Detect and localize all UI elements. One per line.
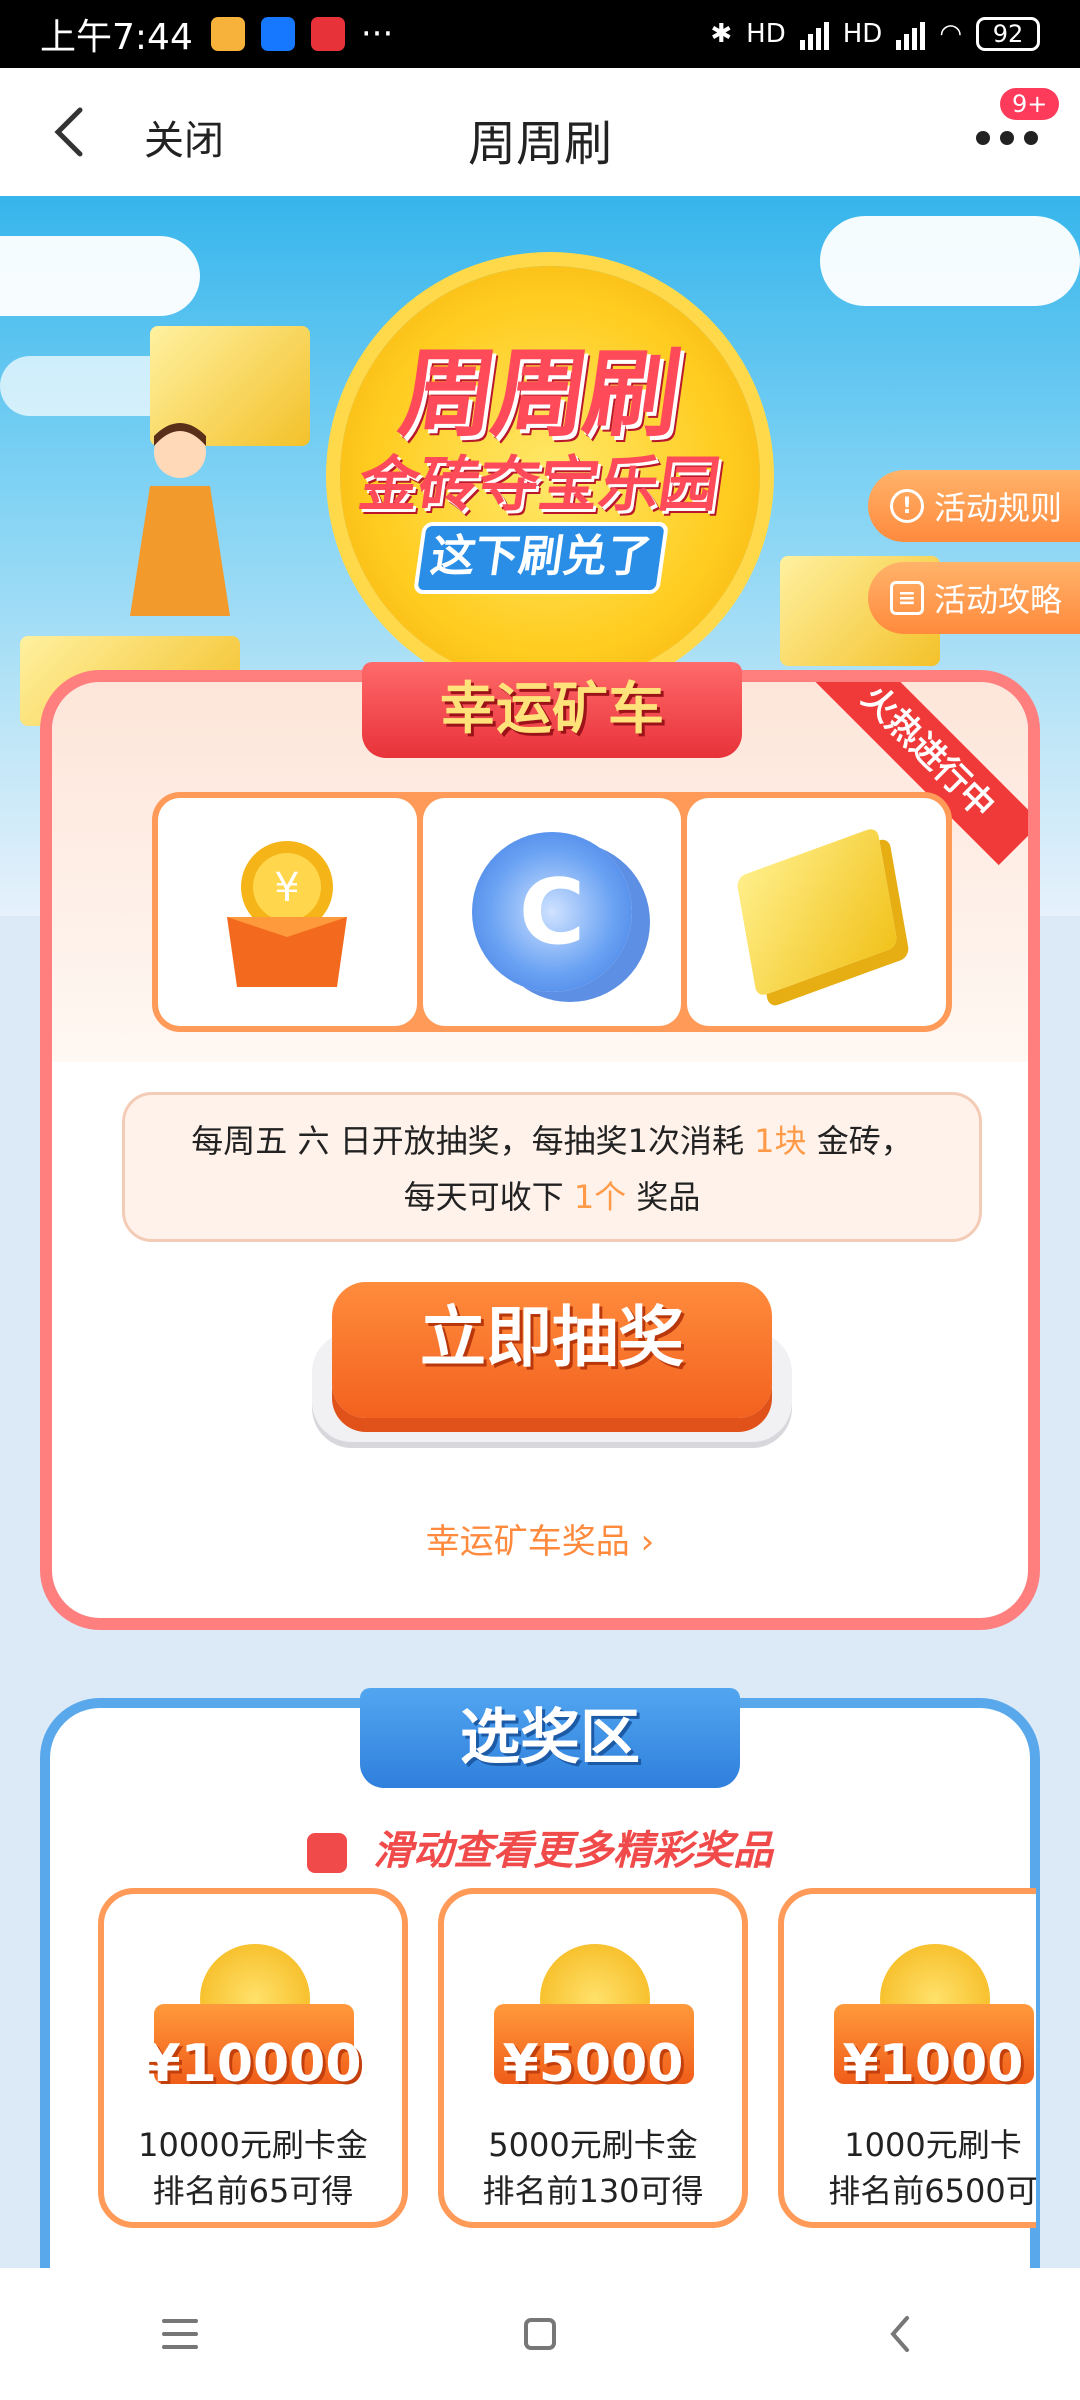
- prize-slot-blue-coin: C: [422, 798, 682, 1026]
- chevron-right-icon: ›: [640, 1522, 655, 1562]
- page-title: 周周刷: [467, 116, 612, 172]
- prize-condition: 排名前130可得: [482, 2172, 704, 2210]
- message-app-icon: [210, 17, 245, 51]
- notice-text: 奖品: [626, 1178, 701, 1216]
- info-icon: !: [889, 489, 924, 523]
- prize-card[interactable]: ¥5000 5000元刷卡金 排名前130可得: [438, 1888, 748, 2228]
- cloud-decoration: [820, 216, 1080, 306]
- notice-text: 金砖，: [806, 1122, 913, 1160]
- notice-text: 每天可收下: [403, 1178, 574, 1216]
- activity-rules-button[interactable]: ! 活动规则: [867, 470, 1080, 542]
- svg-text:¥: ¥: [275, 865, 300, 911]
- notice-highlight: 1块: [754, 1122, 807, 1160]
- bluetooth-icon: ✱: [710, 19, 733, 49]
- lucky-cart-card: 火热进行中 幸运矿车 ¥ C 每周五 六 日开放抽奖，每抽奖1次消耗 1块 金砖…: [40, 662, 1040, 1630]
- prize-condition: 排名前65可得: [152, 2172, 354, 2210]
- status-time: 上午7:44: [40, 17, 193, 58]
- swipe-hand-icon: [307, 1833, 348, 1873]
- prize-condition: 排名前6500可: [828, 2172, 1036, 2210]
- prize-name: 1000元刷卡: [844, 2126, 1022, 2164]
- menu-icon[interactable]: [140, 2304, 220, 2364]
- signal-icon-1: [799, 18, 829, 50]
- prize-slot-gold-bar: [687, 798, 947, 1026]
- draw-now-label: 立即抽奖: [332, 1282, 772, 1418]
- more-menu-icon[interactable]: [976, 118, 1046, 158]
- swipe-hint-label: 滑动查看更多精彩奖品: [372, 1828, 773, 1874]
- document-icon: ≡: [889, 581, 924, 615]
- prize-card[interactable]: ¥1000 1000元刷卡 排名前6500可: [778, 1888, 1036, 2228]
- shopping-app-icon: [310, 17, 345, 51]
- swipe-hint: 滑动查看更多精彩奖品: [50, 1818, 1030, 1876]
- activity-guide-label: 活动攻略: [933, 581, 1062, 619]
- prize-name: 10000元刷卡金: [138, 2126, 368, 2164]
- cloud-decoration: [0, 236, 200, 316]
- alipay-app-icon: [260, 17, 295, 51]
- system-nav-bar: [0, 2268, 1080, 2400]
- notice-text: 每周五 六 日开放抽奖，每抽奖1次消耗: [191, 1122, 755, 1160]
- prize-amount: ¥1000: [842, 2034, 1024, 2094]
- lucky-cart-title: 幸运矿车: [362, 662, 742, 758]
- activity-guide-button[interactable]: ≡ 活动攻略: [867, 562, 1080, 634]
- hd-label-1: HD: [746, 19, 786, 49]
- activity-rules-label: 活动规则: [933, 489, 1062, 527]
- wifi-icon: ◠: [939, 19, 962, 49]
- character-illustration: [130, 423, 230, 616]
- back-icon[interactable]: [860, 2304, 940, 2364]
- lucky-cart-prizes-link[interactable]: 幸运矿车奖品 ›: [52, 1514, 1028, 1563]
- prize-slot-gift-box: ¥: [158, 798, 417, 1026]
- nav-bar: 关闭 周周刷 9+: [0, 68, 1080, 196]
- draw-now-button[interactable]: 立即抽奖: [312, 1282, 792, 1442]
- lottery-notice: 每周五 六 日开放抽奖，每抽奖1次消耗 1块 金砖， 每天可收下 1个 奖品: [122, 1092, 982, 1242]
- status-bar: 上午7:44 ··· ✱ HD HD ◠ 92: [0, 0, 1080, 68]
- notice-highlight: 1个: [573, 1178, 627, 1216]
- home-icon[interactable]: [500, 2304, 580, 2364]
- prize-amount: ¥5000: [502, 2034, 684, 2094]
- prize-card[interactable]: ¥10000 10000元刷卡金 排名前65可得: [98, 1888, 408, 2228]
- blue-coin-icon: C: [472, 832, 632, 992]
- lucky-cart-prize-slots: ¥ C: [152, 792, 952, 1032]
- prize-link-label: 幸运矿车奖品: [425, 1522, 630, 1562]
- hero-logo-title: 周周刷: [392, 338, 685, 450]
- signal-icon-2: [896, 18, 926, 50]
- more-notifications-icon: ···: [360, 14, 394, 54]
- hd-label-2: HD: [842, 19, 883, 49]
- prize-name: 5000元刷卡金: [488, 2126, 698, 2164]
- notification-badge: 9+: [1000, 88, 1060, 120]
- gift-box-coin-icon: ¥: [227, 841, 348, 987]
- select-area-title: 选奖区: [360, 1688, 740, 1788]
- hero-logo-subtitle: 金砖夺宝乐园: [354, 450, 725, 520]
- hero-slogan: 这下刷兑了: [412, 522, 670, 594]
- prize-carousel[interactable]: ¥10000 10000元刷卡金 排名前65可得 ¥5000 5000元刷卡金 …: [98, 1888, 1036, 2248]
- prize-amount: ¥10000: [144, 2034, 362, 2094]
- gold-bar-icon: [735, 826, 898, 998]
- battery-icon: 92: [976, 17, 1040, 51]
